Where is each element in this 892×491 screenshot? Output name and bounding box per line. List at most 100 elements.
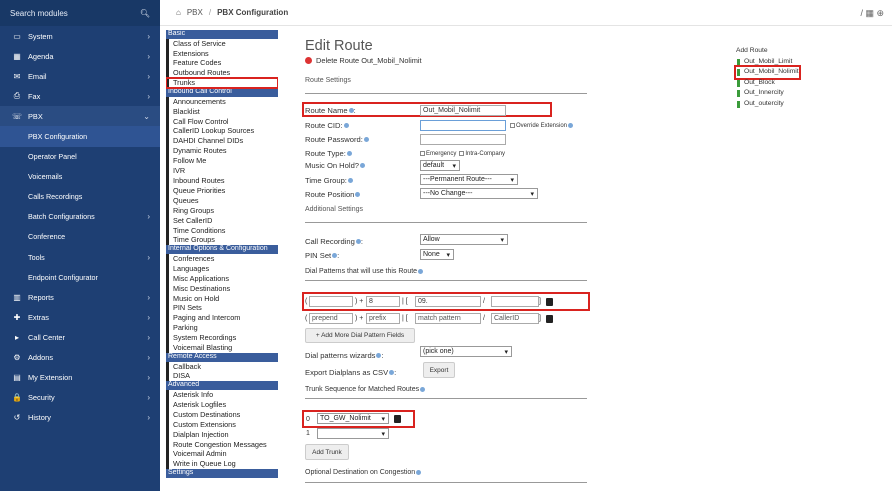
pin-set-select[interactable]: None ▾	[420, 249, 454, 260]
trash-icon[interactable]	[546, 298, 553, 306]
trash-icon[interactable]	[394, 415, 401, 423]
prepend-input[interactable]: prepend	[309, 313, 353, 324]
help-icon[interactable]	[347, 178, 353, 183]
module-link-misc-applications[interactable]: Misc Applications	[166, 273, 278, 284]
sidebar-item-reports[interactable]: ▥ Reports ›	[0, 287, 160, 307]
prepend-input[interactable]	[309, 296, 353, 307]
help-icon[interactable]	[568, 123, 574, 128]
intra-company-checkbox[interactable]	[459, 151, 465, 156]
search-module-bar[interactable]: Search modules 🔍︎	[0, 0, 160, 26]
topbar-tools-icon[interactable]: / ▦ ⊕	[860, 8, 884, 19]
module-link-trunks[interactable]: Trunks	[166, 77, 278, 90]
module-link-feature-codes[interactable]: Feature Codes	[166, 58, 278, 69]
module-link-voicemail-blasting[interactable]: Voicemail Blasting	[166, 343, 278, 353]
sidebar-item-agenda[interactable]: ▦ Agenda ›	[0, 46, 160, 66]
module-link-dynamic-routes[interactable]: Dynamic Routes	[166, 146, 278, 157]
module-link-custom-extensions[interactable]: Custom Extensions	[166, 419, 278, 430]
module-link-dialplan-injection[interactable]: Dialplan Injection	[166, 429, 278, 440]
delete-route-link[interactable]: Delete Route Out_Mobil_Nolimit	[305, 56, 606, 65]
module-link-queues[interactable]: Queues	[166, 195, 278, 206]
module-link-paging-and-intercom[interactable]: Paging and Intercom	[166, 313, 278, 324]
trash-icon[interactable]	[546, 315, 553, 323]
breadcrumb-pbx[interactable]: PBX	[187, 8, 203, 17]
route-cid-input[interactable]	[420, 120, 506, 131]
module-link-time-conditions[interactable]: Time Conditions	[166, 225, 278, 236]
module-link-voicemail-admin[interactable]: Voicemail Admin	[166, 449, 278, 460]
module-link-queue-priorities[interactable]: Queue Priorities	[166, 185, 278, 196]
prefix-input[interactable]: 8	[366, 296, 400, 307]
module-link-outbound-routes[interactable]: Outbound Routes	[166, 68, 278, 79]
help-icon[interactable]	[355, 239, 361, 244]
sidebar-item-batch-configurations[interactable]: Batch Configurations ›	[0, 207, 160, 227]
add-trunk-button[interactable]: Add Trunk	[305, 444, 349, 460]
module-link-conferences[interactable]: Conferences	[166, 253, 278, 264]
trunk-select[interactable]: ▾	[317, 428, 389, 439]
module-link-ivr[interactable]: IVR	[166, 166, 278, 176]
sidebar-item-endpoint-configurator[interactable]: Endpoint Configurator	[0, 267, 160, 287]
module-link-set-callerid[interactable]: Set CallerID	[166, 215, 278, 226]
call-recording-select[interactable]: Allow ▾	[420, 234, 508, 245]
module-link-dahdi-channel-dids[interactable]: DAHDI Channel DIDs	[166, 136, 278, 147]
module-link-write-in-queue-log[interactable]: Write in Queue Log	[166, 459, 278, 470]
module-link-extensions[interactable]: Extensions	[166, 48, 278, 59]
help-icon[interactable]	[343, 123, 349, 128]
route-name-input[interactable]: Out_Mobil_Nolimit	[420, 105, 506, 116]
module-link-disa[interactable]: DISA	[166, 371, 278, 382]
search-input[interactable]: Search modules	[10, 9, 140, 18]
sidebar-item-email[interactable]: ✉ Email ›	[0, 66, 160, 86]
search-icon[interactable]: 🔍︎	[140, 9, 150, 18]
time-group-select[interactable]: ---Permanent Route--- ▾	[420, 174, 518, 185]
sidebar-item-calls-recordings[interactable]: Calls Recordings	[0, 187, 160, 207]
sidebar-item-operator-panel[interactable]: Operator Panel	[0, 147, 160, 167]
help-icon[interactable]	[389, 370, 395, 375]
export-button[interactable]: Export	[423, 362, 455, 378]
route-password-input[interactable]	[420, 134, 506, 145]
help-icon[interactable]	[416, 470, 422, 475]
sidebar-item-pbx-configuration[interactable]: PBX Configuration	[0, 126, 160, 147]
module-link-call-flow-control[interactable]: Call Flow Control	[166, 116, 278, 127]
route-tree-item[interactable]: Out_Block	[736, 78, 799, 89]
route-tree-item[interactable]: Out_Mobil_Limit	[736, 57, 799, 68]
match-pattern-input[interactable]: match pattern	[415, 313, 481, 324]
module-link-ring-groups[interactable]: Ring Groups	[166, 205, 278, 216]
route-tree-item[interactable]: Out_Mobil_Nolimit	[734, 65, 801, 80]
route-position-select[interactable]: ---No Change--- ▾	[420, 188, 538, 199]
help-icon[interactable]	[355, 192, 361, 197]
sidebar-item-system[interactable]: ▭ System ›	[0, 26, 160, 46]
module-link-misc-destinations[interactable]: Misc Destinations	[166, 283, 278, 294]
callerid-input[interactable]: CallerID	[491, 313, 539, 324]
help-icon[interactable]	[348, 108, 354, 113]
module-link-callerid-lookup-sources[interactable]: CallerID Lookup Sources	[166, 126, 278, 137]
prefix-input[interactable]: prefix	[366, 313, 400, 324]
route-tree-item[interactable]: Out_outercity	[736, 99, 799, 110]
sidebar-item-tools[interactable]: Tools ›	[0, 247, 160, 267]
wizards-select[interactable]: (pick one) ▾	[420, 346, 512, 357]
module-link-follow-me[interactable]: Follow Me	[166, 156, 278, 167]
help-icon[interactable]	[346, 151, 352, 156]
emergency-checkbox[interactable]	[420, 151, 425, 156]
sidebar-item-my-extension[interactable]: ▤ My Extension ›	[0, 368, 160, 388]
sidebar-item-history[interactable]: ↺ History ›	[0, 408, 160, 428]
sidebar-item-extras[interactable]: ✚ Extras ›	[0, 307, 160, 327]
add-route-link[interactable]: Add Route	[736, 46, 799, 57]
module-link-parking[interactable]: Parking	[166, 323, 278, 334]
sidebar-item-pbx[interactable]: ☏ PBX ⌄	[0, 106, 160, 127]
trunk-select[interactable]: TO_GW_Nolimit ▾	[317, 413, 389, 424]
sidebar-item-voicemails[interactable]: Voicemails	[0, 167, 160, 187]
module-link-announcements[interactable]: Announcements	[166, 96, 278, 107]
module-link-custom-destinations[interactable]: Custom Destinations	[166, 409, 278, 420]
route-tree-item[interactable]: Out_Innercity	[736, 88, 799, 99]
sidebar-item-conference[interactable]: Conference	[0, 227, 160, 247]
sidebar-item-addons[interactable]: ⚙ Addons ›	[0, 348, 160, 368]
help-icon[interactable]	[363, 137, 369, 142]
sidebar-item-security[interactable]: 🔒 Security ›	[0, 388, 160, 408]
add-more-dial-pattern-button[interactable]: + Add More Dial Pattern Fields	[305, 328, 415, 343]
sidebar-item-call-center[interactable]: ▸ Call Center ›	[0, 327, 160, 347]
module-link-asterisk-logfiles[interactable]: Asterisk Logfiles	[166, 399, 278, 410]
module-link-pin-sets[interactable]: PIN Sets	[166, 303, 278, 314]
override-extension-checkbox[interactable]	[510, 123, 515, 128]
home-icon[interactable]: ⌂	[176, 8, 181, 17]
match-pattern-input[interactable]: 09.	[415, 296, 481, 307]
module-link-time-groups[interactable]: Time Groups	[166, 235, 278, 246]
music-on-hold-select[interactable]: default ▾	[420, 160, 460, 171]
